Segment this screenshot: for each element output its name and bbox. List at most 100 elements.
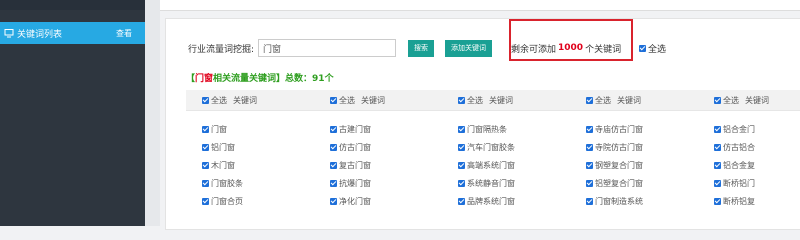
keyword-label: 断桥铝门: [723, 178, 755, 188]
keyword-item[interactable]: 净化门窗: [330, 192, 442, 210]
keyword-item[interactable]: 仿古门窗: [330, 138, 442, 156]
keyword-item[interactable]: 古建门窗: [330, 120, 442, 138]
checkbox-icon[interactable]: [330, 179, 337, 187]
column-header[interactable]: 全选 关键词: [186, 90, 314, 110]
column-select-all: 全选: [595, 95, 611, 105]
checkbox-icon[interactable]: [202, 161, 209, 169]
keyword-label: 门窗隔热条: [467, 124, 507, 134]
checkbox-icon[interactable]: [458, 143, 465, 151]
main-panel: 行业流量词挖掘: 搜索 添加关键词 剩余可添加 1000 个关键词 全选 【门窗…: [165, 18, 800, 230]
search-row: 行业流量词挖掘: 搜索 添加关键词: [188, 39, 493, 57]
checkbox-icon[interactable]: [714, 96, 721, 104]
sidebar-view-link[interactable]: 查看: [116, 28, 132, 39]
keyword-item[interactable]: 门窗隔热条: [458, 120, 570, 138]
keyword-item[interactable]: 寺庙仿古门窗: [586, 120, 698, 138]
column-header[interactable]: 全选 关键词: [698, 90, 800, 110]
keyword-label: 门窗: [211, 124, 227, 134]
keyword-item[interactable]: 断桥铝门: [714, 174, 800, 192]
keyword-column: 寺庙仿古门窗寺院仿古门窗 钢塑复合门窗铝塑复合门窗 门窗制造系统: [570, 111, 698, 210]
checkbox-icon[interactable]: [458, 96, 465, 104]
column-keyword-label: 关键词: [361, 95, 385, 105]
keyword-item[interactable]: 铝塑复合门窗: [586, 174, 698, 192]
select-all-checkbox[interactable]: 全选: [639, 39, 666, 57]
keyword-item[interactable]: 品牌系统门窗: [458, 192, 570, 210]
checkbox-icon[interactable]: [586, 197, 593, 205]
keyword-item[interactable]: 门窗: [202, 120, 314, 138]
keyword-label: 净化门窗: [339, 196, 371, 206]
search-input[interactable]: [258, 39, 397, 57]
checkbox-icon[interactable]: [330, 161, 337, 169]
keyword-label: 仿古铝合: [723, 142, 755, 152]
checkbox-icon[interactable]: [714, 125, 721, 133]
checkbox-icon[interactable]: [202, 125, 209, 133]
keyword-item[interactable]: 复古门窗: [330, 156, 442, 174]
table-body: 门窗铝门窗木门窗门窗胶条门窗合页 古建门窗仿古门窗复古门窗抗爆门窗净化门窗 门窗隔热…: [186, 111, 800, 210]
keyword-label: 寺庙仿古门窗: [595, 124, 643, 134]
keyword-label: 铝门窗: [211, 142, 235, 152]
top-bar: [160, 0, 800, 11]
keyword-item[interactable]: 门窗胶条: [202, 174, 314, 192]
keyword-label: 古建门窗: [339, 124, 371, 134]
keyword-label: 门窗胶条: [211, 178, 243, 188]
column-select-all: 全选: [339, 95, 355, 105]
checkbox-icon[interactable]: [330, 197, 337, 205]
keyword-label: 铝塑复合门窗: [595, 178, 643, 188]
remaining-prefix: 剩余可添加: [511, 44, 557, 55]
checkbox-icon[interactable]: [586, 161, 593, 169]
keyword-item[interactable]: 高端系统门窗: [458, 156, 570, 174]
select-all-label: 全选: [648, 44, 667, 55]
checkbox-icon[interactable]: [458, 179, 465, 187]
keyword-column: 铝合金门仿古铝合铝合金复断桥铝门断桥铝复: [698, 111, 800, 210]
checkbox-icon[interactable]: [202, 197, 209, 205]
column-header[interactable]: 全选 关键词: [442, 90, 570, 110]
keyword-item[interactable]: 抗爆门窗: [330, 174, 442, 192]
keyword-item[interactable]: 门窗制造系统: [586, 192, 698, 210]
checkbox-icon[interactable]: [330, 125, 337, 133]
keyword-item[interactable]: 仿古铝合: [714, 138, 800, 156]
checkbox-icon[interactable]: [202, 96, 209, 104]
keyword-item[interactable]: 木门窗: [202, 156, 314, 174]
checkbox-icon[interactable]: [202, 143, 209, 151]
checkbox-icon[interactable]: [586, 125, 593, 133]
keyword-item[interactable]: 铝合金复: [714, 156, 800, 174]
column-keyword-label: 关键词: [745, 95, 769, 105]
summary-keyword: 门窗: [195, 74, 214, 84]
keyword-table: 全选 关键词 全选 关键词 全选 关键词 全选 关键词 全选 关键词 门窗 铝门窗 木门窗 门窗胶条 门窗…: [186, 90, 800, 210]
checkbox-icon[interactable]: [330, 143, 337, 151]
column-header[interactable]: 全选 关键词: [570, 90, 698, 110]
checkbox-icon[interactable]: [458, 125, 465, 133]
add-keyword-button[interactable]: 添加关键词: [445, 39, 493, 57]
checkbox-icon[interactable]: [714, 197, 721, 205]
checkbox-icon[interactable]: [330, 96, 337, 104]
keyword-item[interactable]: 系统静音门窗: [458, 174, 570, 192]
search-label: 行业流量词挖掘:: [188, 44, 255, 55]
search-button[interactable]: 搜索: [408, 39, 435, 57]
gutter: [145, 0, 160, 226]
checkbox-icon[interactable]: [714, 143, 721, 151]
checkbox-icon[interactable]: [714, 161, 721, 169]
checkbox-icon[interactable]: [714, 179, 721, 187]
checkbox-icon[interactable]: [586, 179, 593, 187]
keyword-item[interactable]: 铝合金门: [714, 120, 800, 138]
column-keyword-label: 关键词: [489, 95, 513, 105]
summary-bracket: 【: [186, 74, 196, 84]
keyword-item[interactable]: 铝门窗: [202, 138, 314, 156]
keyword-label: 门窗制造系统: [595, 196, 643, 206]
keyword-label: 仿古门窗: [339, 142, 371, 152]
checkbox-icon[interactable]: [586, 96, 593, 104]
keyword-label: 抗爆门窗: [339, 178, 371, 188]
keyword-item[interactable]: 钢塑复合门窗: [586, 156, 698, 174]
sidebar-item-keyword-list[interactable]: 关键词列表 查看: [0, 22, 145, 44]
keyword-item[interactable]: 寺院仿古门窗: [586, 138, 698, 156]
checkbox-icon[interactable]: [458, 161, 465, 169]
checkbox-icon[interactable]: [202, 179, 209, 187]
checkbox-icon[interactable]: [586, 143, 593, 151]
summary-total: 91个: [312, 74, 334, 84]
keyword-item[interactable]: 门窗合页: [202, 192, 314, 210]
keyword-item[interactable]: 汽车门窗胶条: [458, 138, 570, 156]
checkbox-icon[interactable]: [458, 197, 465, 205]
keyword-label: 高端系统门窗: [467, 160, 515, 170]
column-header[interactable]: 全选 关键词: [314, 90, 442, 110]
keyword-item[interactable]: 断桥铝复: [714, 192, 800, 210]
checkbox-icon[interactable]: [639, 44, 646, 52]
